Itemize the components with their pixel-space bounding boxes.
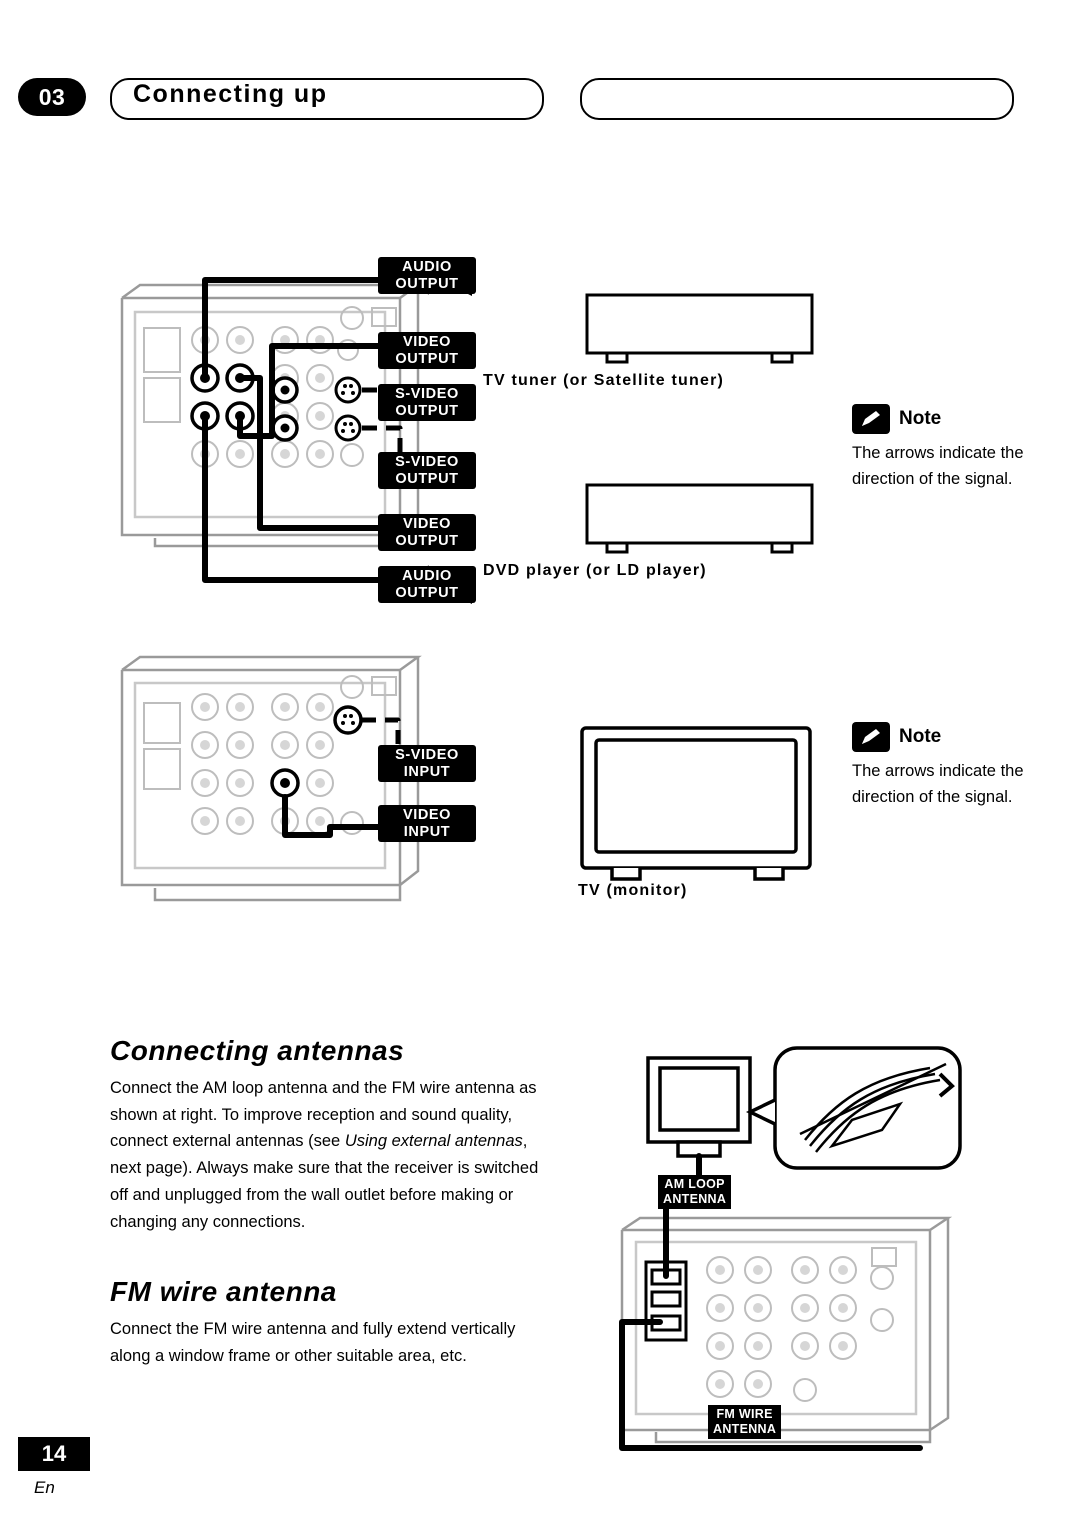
device-label-tv-monitor: TV (monitor) [578,882,688,899]
pencil-icon [852,404,890,434]
diagram-bottom-svg [120,655,812,902]
antenna-connection-diagram: AM LOOP ANTENNA FM WIRE ANTENNA [600,1030,1000,1460]
pencil-icon [852,722,890,752]
label-fm-wire-antenna: FM WIRE ANTENNA [708,1405,782,1439]
connector-label-svideo-input: S-VIDEO INPUT [378,745,476,783]
paragraph-italic: Using external antennas [344,1132,523,1151]
connector-label-svideo-output-1: S-VIDEO OUTPUT [378,384,476,422]
note-body: The arrows indicate the direction of the… [852,762,1024,806]
note-title: Note [899,726,942,747]
note-title: Note [899,408,942,429]
paragraph-connecting-antennas: Connect the AM loop antenna and the FM w… [110,1075,540,1235]
connector-label-video-output-1: VIDEO OUTPUT [378,332,476,370]
page-language: En [34,1478,55,1497]
device-label-tv-tuner: TV tuner (or Satellite tuner) [483,372,725,389]
chapter-number-badge: 03 [18,78,86,116]
connector-label-svideo-output-2: S-VIDEO OUTPUT [378,452,476,490]
device-label-dvd-player: DVD player (or LD player) [483,562,707,579]
connection-diagram-top: AUDIO OUTPUT VIDEO OUTPUT S-VIDEO OUTPUT… [100,250,980,630]
paragraph-fm-wire-antenna: Connect the FM wire antenna and fully ex… [110,1320,516,1365]
note-block-top: Note The arrows indicate the direction o… [852,404,1027,492]
note-block-bottom: Note The arrows indicate the direction o… [852,722,1027,810]
page-number: 14 [18,1437,90,1471]
connector-label-video-output-2: VIDEO OUTPUT [378,514,476,552]
heading-fm-wire-antenna: FM wire antenna [110,1276,337,1307]
connector-label-audio-output-1: AUDIO OUTPUT [378,257,476,295]
antenna-diagram-svg [619,1046,962,1451]
header-pill-right [580,78,1014,120]
connector-label-audio-output-2: AUDIO OUTPUT [378,566,476,604]
note-header: Note [852,722,1027,752]
label-am-loop-antenna: AM LOOP ANTENNA [658,1175,732,1209]
note-body: The arrows indicate the direction of the… [852,444,1024,488]
heading-connecting-antennas: Connecting antennas [110,1035,405,1066]
connector-label-video-input: VIDEO INPUT [378,805,476,843]
page-title: Connecting up [133,80,328,108]
connection-diagram-bottom: S-VIDEO INPUT VIDEO INPUT TV (monitor) [100,645,980,925]
note-header: Note [852,404,1027,434]
